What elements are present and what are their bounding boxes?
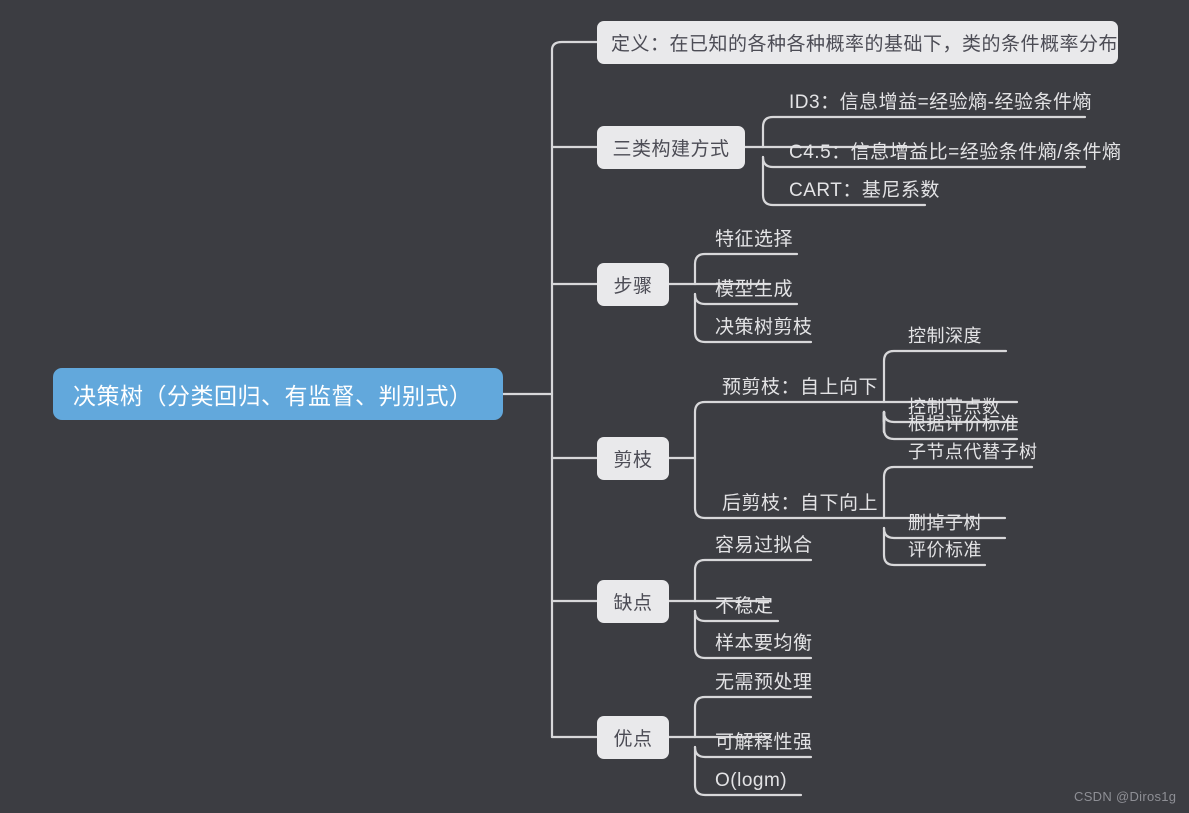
root-label: 决策树（分类回归、有监督、判别式） [73,383,473,409]
leaf-label-interpretability: 可解释性强 [715,732,813,753]
leaf-label-balanced-samples: 样本要均衡 [715,633,813,654]
topic-node-pruning[interactable]: 剪枝 [597,437,669,480]
leaf-node-cart[interactable]: CART：基尼系数 [789,176,940,205]
leaf-node-balanced-samples[interactable]: 样本要均衡 [715,629,813,658]
leaf-node-no-preprocessing[interactable]: 无需预处理 [715,668,813,697]
leaf-label-model-generation: 模型生成 [715,279,794,300]
leaf-node-id3[interactable]: ID3：信息增益=经验熵-经验条件熵 [789,88,1092,117]
leaf-label-pre-pruning: 预剪枝：自上向下 [722,377,879,398]
leaf-label-tree-pruning: 决策树剪枝 [715,317,813,338]
topic-node-disadvantages[interactable]: 缺点 [597,580,669,623]
leaf-label-depth-control: 控制深度 [908,326,982,346]
mindmap-canvas: 决策树（分类回归、有监督、判别式） 定义：在已知的各种各种概率的基础下，类的条件… [0,0,1189,813]
leaf-node-unstable[interactable]: 不稳定 [715,592,774,621]
topic-node-advantages[interactable]: 优点 [597,716,669,759]
leaf-node-c45[interactable]: C4.5：信息增益比=经验条件熵/条件熵 [789,138,1122,167]
topic-node-three-methods[interactable]: 三类构建方式 [597,126,745,169]
leaf-node-feature-selection[interactable]: 特征选择 [715,225,793,254]
leaf-node-post-pruning[interactable]: 后剪枝：自下向上 [722,489,878,518]
leaf-node-pre-pruning[interactable]: 预剪枝：自上向下 [722,373,878,402]
leaf-node-tree-pruning[interactable]: 决策树剪枝 [715,313,813,342]
leaf-label-overfitting: 容易过拟合 [715,535,813,556]
leaf-label-no-preprocessing: 无需预处理 [715,672,813,693]
wire-arm-definition [550,40,599,60]
watermark-text: CSDN @Diros1g [1074,789,1177,804]
leaf-node-by-eval-criteria[interactable]: 根据评价标准 [908,410,1019,439]
topic-node-steps[interactable]: 步骤 [597,263,669,306]
topic-node-definition[interactable]: 定义：在已知的各种各种概率的基础下，类的条件概率分布 [597,21,1118,64]
topic-label-advantages: 优点 [613,729,653,750]
leaf-label-unstable: 不稳定 [715,596,774,617]
leaf-label-cart: CART：基尼系数 [789,180,940,201]
topic-label-disadvantages: 缺点 [613,593,653,614]
leaf-label-feature-selection: 特征选择 [715,229,794,250]
leaf-label-complexity: O(logm) [715,770,788,791]
topic-label-steps: 步骤 [613,276,653,297]
leaf-node-interpretability[interactable]: 可解释性强 [715,728,813,757]
leaf-label-by-eval-criteria: 根据评价标准 [908,414,1019,434]
topic-label-three-methods: 三类构建方式 [612,139,730,160]
leaf-label-eval-standard: 评价标准 [908,540,982,560]
leaf-node-eval-standard[interactable]: 评价标准 [908,536,982,565]
root-node[interactable]: 决策树（分类回归、有监督、判别式） [53,368,503,420]
topic-label-definition: 定义：在已知的各种各种概率的基础下，类的条件概率分布 [611,34,1119,55]
leaf-node-child-replaces-subtree[interactable]: 子节点代替子树 [908,438,1038,467]
leaf-node-delete-subtree[interactable]: 删掉子树 [908,509,982,538]
leaf-label-delete-subtree: 删掉子树 [908,513,982,533]
leaf-node-depth-control[interactable]: 控制深度 [908,322,982,351]
leaf-node-complexity[interactable]: O(logm) [715,766,787,795]
leaf-label-id3: ID3：信息增益=经验熵-经验条件熵 [789,92,1092,113]
leaf-label-child-replaces-subtree: 子节点代替子树 [908,442,1038,462]
leaf-node-overfitting[interactable]: 容易过拟合 [715,531,813,560]
leaf-label-post-pruning: 后剪枝：自下向上 [722,493,879,514]
watermark: CSDN @Diros1g [1074,789,1176,804]
topic-label-pruning: 剪枝 [613,450,653,471]
wire-sub-pre-prune [693,400,886,460]
leaf-label-c45: C4.5：信息增益比=经验条件熵/条件熵 [789,142,1122,163]
leaf-node-model-generation[interactable]: 模型生成 [715,275,793,304]
